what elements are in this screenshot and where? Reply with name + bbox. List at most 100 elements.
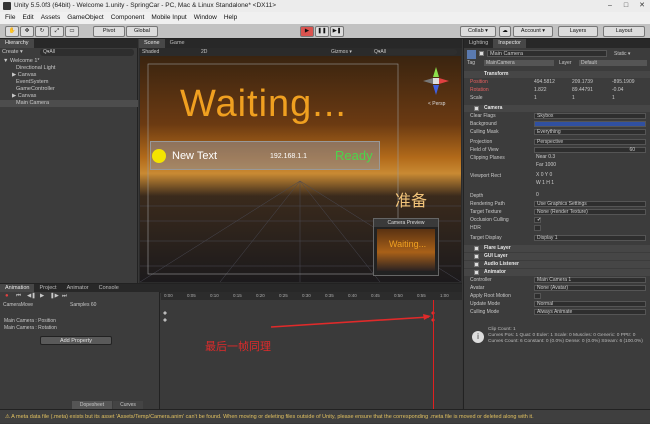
viewport-xy-field[interactable]: X 0 Y 0 — [534, 173, 646, 179]
hierarchy-item-eventsystem[interactable]: EventSystem — [0, 79, 138, 86]
near-clip-field[interactable]: Near 0.3 — [534, 155, 646, 161]
gizmos-dropdown[interactable]: Gizmos ▾ — [331, 49, 352, 55]
layout-dropdown[interactable]: Layout — [603, 26, 645, 37]
active-checkbox[interactable] — [479, 51, 484, 56]
samples-field[interactable]: Samples 60 — [70, 302, 96, 308]
animator-header[interactable]: Animator — [464, 269, 650, 276]
camera-enabled-checkbox[interactable] — [474, 106, 479, 111]
static-toggle[interactable]: Static ▾ — [614, 51, 630, 57]
status-bar[interactable]: ⚠ A meta data file (.meta) exists but it… — [0, 409, 650, 423]
background-color-field[interactable] — [534, 121, 646, 127]
hierarchy-item-gamecontroller[interactable]: GameController — [0, 86, 138, 93]
viewport-wh-field[interactable]: W 1 H 1 — [534, 181, 646, 187]
pause-button[interactable]: ❚❚ — [315, 26, 329, 37]
play-anim-icon[interactable]: ▶ — [40, 293, 44, 299]
gui-enabled-checkbox[interactable] — [474, 254, 479, 259]
clip-dropdown[interactable]: CameraMove — [3, 302, 33, 308]
tab-hierarchy[interactable]: Hierarchy — [0, 39, 34, 48]
menu-mobile-input[interactable]: Mobile Input — [151, 12, 186, 24]
rect-tool-icon[interactable]: ▭ — [65, 26, 79, 37]
culling-mask-dropdown[interactable]: Everything — [534, 129, 646, 135]
global-button[interactable]: Global — [126, 26, 158, 37]
prev-key-icon[interactable]: ◀❚ — [27, 293, 36, 299]
layer-dropdown[interactable]: Default — [579, 60, 647, 66]
menu-window[interactable]: Window — [194, 12, 217, 24]
clear-flags-dropdown[interactable]: Skybox — [534, 113, 646, 119]
audio-listener-header[interactable]: Audio Listener — [464, 261, 650, 268]
move-tool-icon[interactable]: ✥ — [20, 26, 34, 37]
close-icon[interactable]: ✕ — [634, 0, 650, 12]
rendering-path-dropdown[interactable]: Use Graphics Settings — [534, 201, 646, 207]
scale-z[interactable]: 1 — [612, 95, 615, 102]
object-name-input[interactable]: Main Camera — [487, 50, 607, 57]
record-icon[interactable]: ● — [5, 293, 13, 300]
shaded-dropdown[interactable]: Shaded — [142, 49, 159, 55]
target-display-dropdown[interactable]: Display 1 — [534, 235, 646, 241]
menu-help[interactable]: Help — [224, 12, 237, 24]
add-property-button[interactable]: Add Property — [40, 336, 112, 345]
scale-x[interactable]: 1 — [534, 95, 537, 102]
culling-mode-dropdown[interactable]: Always Animate — [534, 309, 646, 315]
animator-enabled-checkbox[interactable] — [474, 270, 479, 275]
last-key-icon[interactable]: ⏭ — [62, 293, 67, 300]
timeline-ruler[interactable]: 0:00 0:05 0:10 0:15 0:20 0:25 0:30 0:35 … — [161, 292, 462, 300]
rotation-y[interactable]: 89.44791 — [572, 87, 593, 94]
hierarchy-item-canvas[interactable]: ▶ Canvas — [0, 72, 138, 79]
dopesheet-button[interactable]: Dopesheet — [72, 401, 112, 409]
root-motion-checkbox[interactable] — [534, 293, 541, 299]
playhead-line[interactable] — [433, 300, 434, 409]
tab-lighting[interactable]: Lighting — [464, 39, 493, 48]
rotation-z[interactable]: -0.04 — [612, 87, 623, 94]
camera-header[interactable]: Camera — [464, 105, 650, 112]
play-button[interactable]: ▶ — [300, 26, 314, 37]
scale-tool-icon[interactable]: ⤢ — [50, 26, 64, 37]
tab-scene[interactable]: Scene — [139, 39, 165, 48]
property-rotation[interactable]: Main Camera : Rotation — [4, 325, 57, 331]
occlusion-checkbox[interactable]: ✔ — [534, 217, 541, 223]
audio-enabled-checkbox[interactable] — [474, 262, 479, 267]
minimize-icon[interactable]: – — [602, 0, 618, 12]
update-mode-dropdown[interactable]: Normal — [534, 301, 646, 307]
depth-field[interactable]: 0 — [534, 193, 646, 199]
avatar-field[interactable]: None (Avatar) — [534, 285, 646, 291]
rotation-x[interactable]: 1.822 — [534, 87, 547, 94]
projection-dropdown[interactable]: Perspective — [534, 139, 646, 145]
2d-toggle[interactable]: 2D — [201, 49, 207, 55]
position-z[interactable]: -895.1909 — [612, 79, 635, 86]
hierarchy-item-directional-light[interactable]: Directional Light — [0, 65, 138, 72]
hierarchy-item-canvas-2[interactable]: ▶ Canvas — [0, 93, 138, 100]
tag-dropdown[interactable]: MainCamera — [484, 60, 554, 66]
menu-gameobject[interactable]: GameObject — [67, 12, 104, 24]
scene-search-input[interactable]: Q▾All — [371, 49, 457, 55]
flare-enabled-checkbox[interactable] — [474, 246, 479, 251]
hdr-checkbox[interactable] — [534, 225, 541, 231]
far-clip-field[interactable]: Far 1000 — [534, 163, 646, 169]
menu-assets[interactable]: Assets — [41, 12, 61, 24]
maximize-icon[interactable]: □ — [618, 0, 634, 12]
cloud-icon[interactable]: ☁ — [499, 26, 511, 37]
gui-layer-header[interactable]: GUI Layer — [464, 253, 650, 260]
next-key-icon[interactable]: ❚▶ — [50, 293, 59, 299]
target-texture-field[interactable]: None (Render Texture) — [534, 209, 646, 215]
flare-layer-header[interactable]: Flare Layer — [464, 245, 650, 252]
controller-field[interactable]: Main Camera 1 — [534, 277, 646, 283]
hand-tool-icon[interactable]: ✋ — [5, 26, 19, 37]
hierarchy-item-welcome[interactable]: ▼ Welcome 1* — [0, 58, 138, 65]
tab-inspector[interactable]: Inspector — [493, 39, 526, 48]
property-position[interactable]: Main Camera : Position — [4, 318, 56, 324]
menu-file[interactable]: File — [5, 12, 15, 24]
position-y[interactable]: 209.1739 — [572, 79, 593, 86]
tab-game[interactable]: Game — [165, 39, 190, 48]
pivot-button[interactable]: Pivot — [93, 26, 125, 37]
scale-y[interactable]: 1 — [572, 95, 575, 102]
rotate-tool-icon[interactable]: ↻ — [35, 26, 49, 37]
persp-label[interactable]: < Persp — [428, 101, 445, 107]
menu-component[interactable]: Component — [111, 12, 145, 24]
collab-button[interactable]: Collab ▾ — [460, 26, 496, 37]
step-button[interactable]: ▶❚ — [330, 26, 344, 37]
menu-edit[interactable]: Edit — [22, 12, 33, 24]
hierarchy-search-input[interactable]: Q▾All — [40, 49, 134, 56]
create-dropdown[interactable]: Create ▾ — [2, 49, 23, 55]
layers-dropdown[interactable]: Layers — [558, 26, 598, 37]
account-button[interactable]: Account ▾ — [513, 26, 553, 37]
